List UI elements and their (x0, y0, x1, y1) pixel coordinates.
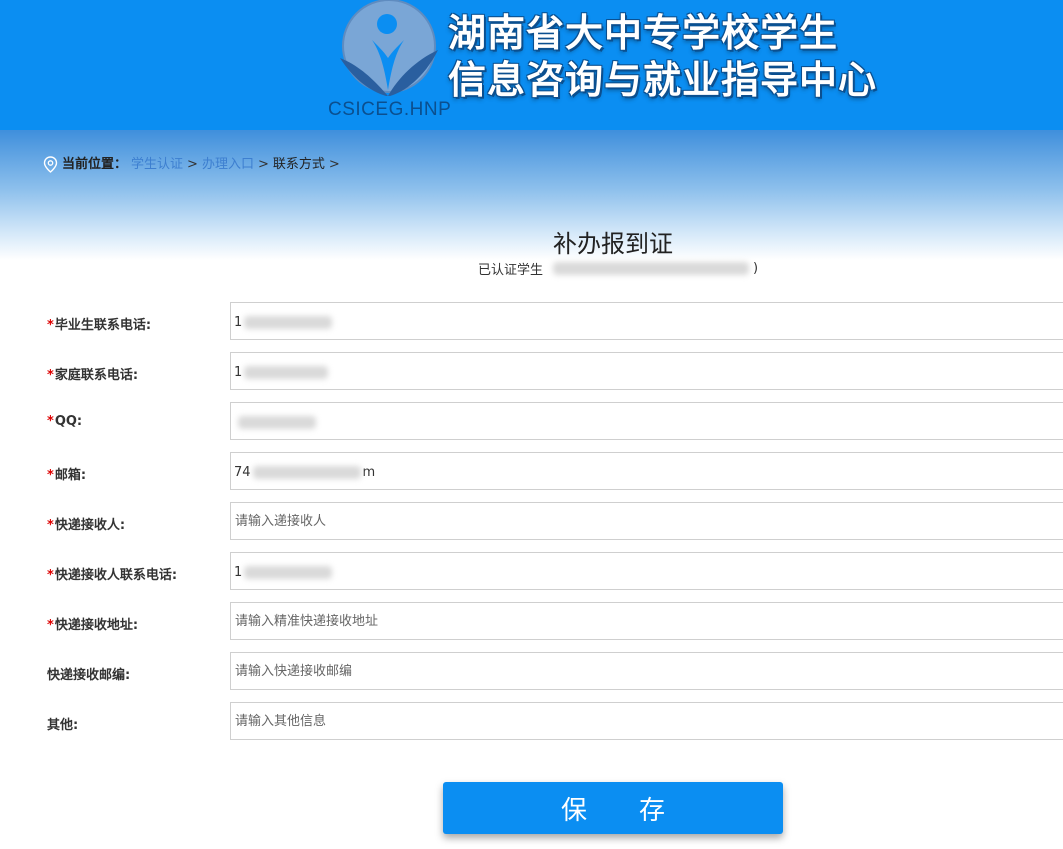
logo-caption: CSICEG.HNP (328, 99, 452, 120)
postcode-input[interactable] (230, 652, 1063, 690)
subtitle-prefix: 已认证学生 (478, 263, 544, 278)
recipient-name-input[interactable] (230, 502, 1063, 540)
page-subtitle: 已认证学生 ) (478, 259, 758, 278)
breadcrumb-item-entry[interactable]: 办理入口 (202, 156, 254, 174)
form-row-recipient: *快递接收人: (0, 502, 1063, 542)
site-title-line2: 信息咨询与就业指导中心 (448, 58, 878, 102)
form-row-recipient-phone: *快递接收人联系电话: 1 (0, 552, 1063, 592)
breadcrumb: 当前位置： 学生认证 > 办理入口 > 联系方式 > (43, 155, 344, 175)
form-row-email: *邮箱: 74 m (0, 452, 1063, 492)
field-label: 快递接收邮编: (47, 668, 131, 683)
subtitle-suffix: ) (753, 261, 759, 276)
delivery-address-input[interactable] (230, 602, 1063, 640)
other-info-input[interactable] (230, 702, 1063, 740)
form-row-qq: *QQ: (0, 402, 1063, 442)
site-title: 湖南省大中专学校学生 信息咨询与就业指导中心 (448, 10, 877, 104)
site-title-line1: 湖南省大中专学校学生 (448, 11, 839, 55)
email-input[interactable] (230, 452, 1063, 490)
qq-input[interactable] (230, 402, 1063, 440)
recipient-phone-input[interactable] (230, 552, 1063, 590)
form-row-address: *快递接收地址: (0, 602, 1063, 642)
form-row-home-phone: *家庭联系电话: 1 (0, 352, 1063, 392)
graduate-phone-input[interactable] (230, 302, 1063, 340)
page-title: 补办报到证 (553, 230, 673, 258)
breadcrumb-item-contact: 联系方式 (272, 157, 325, 172)
field-label: 其他: (47, 718, 79, 733)
form-row-graduate-phone: *毕业生联系电话: 1 (0, 302, 1063, 342)
breadcrumb-label: 当前位置： (62, 157, 128, 172)
field-label: *快递接收地址: (47, 618, 139, 633)
breadcrumb-separator: > (328, 157, 340, 172)
site-header: CSICEG.HNP 湖南省大中专学校学生 信息咨询与就业指导中心 (0, 0, 1063, 130)
home-phone-input[interactable] (230, 352, 1063, 390)
breadcrumb-separator: > (257, 157, 269, 172)
field-label: *QQ: (47, 414, 83, 429)
location-pin-icon (43, 156, 58, 173)
breadcrumb-separator: > (187, 157, 198, 172)
form-row-postcode: 快递接收邮编: (0, 652, 1063, 692)
breadcrumb-item-student-auth[interactable]: 学生认证 (131, 156, 183, 174)
field-label: *快递接收人联系电话: (47, 568, 178, 583)
field-label: *邮箱: (47, 468, 87, 483)
field-label: *快递接收人: (47, 518, 126, 533)
field-label: *家庭联系电话: (47, 368, 139, 383)
save-button[interactable]: 保存 (443, 782, 783, 834)
field-label: *毕业生联系电话: (47, 318, 152, 333)
form-row-other: 其他: (0, 702, 1063, 742)
redacted-student-info (553, 262, 750, 275)
